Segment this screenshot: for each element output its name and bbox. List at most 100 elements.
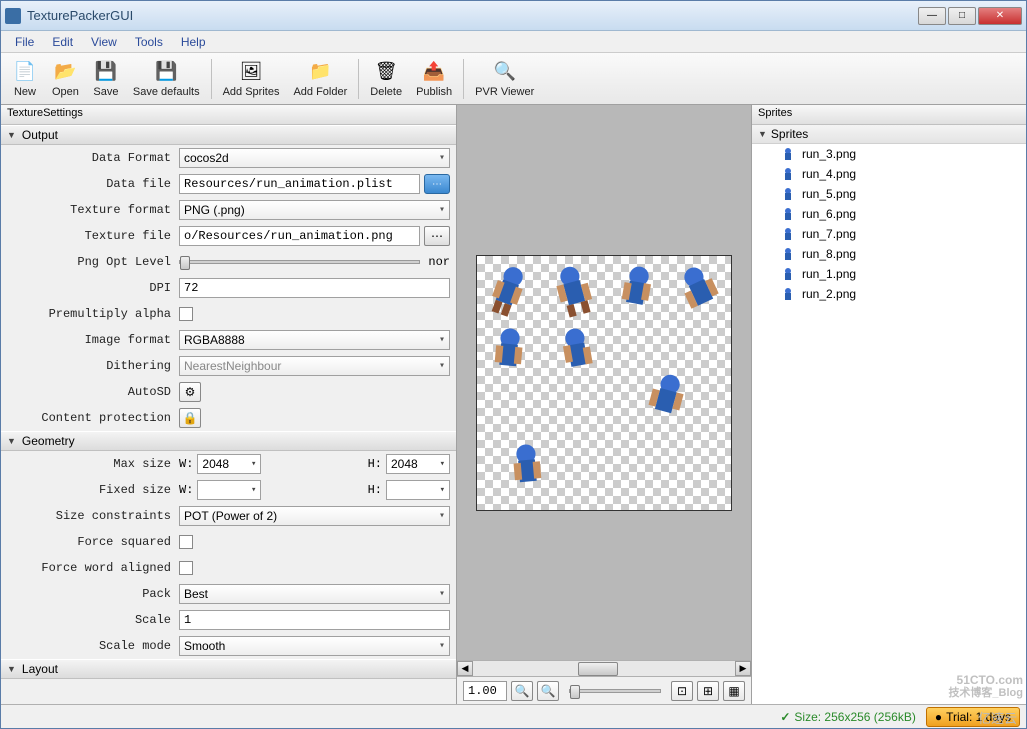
- data-file-input[interactable]: [179, 174, 420, 194]
- sprite-frame: [659, 248, 739, 328]
- dithering-select[interactable]: NearestNeighbour: [179, 356, 450, 376]
- sprite-frame: [476, 317, 541, 382]
- zoom-out-icon: 🔍: [515, 684, 530, 698]
- actual-size-icon: ⊞: [703, 684, 713, 698]
- sprite-list-item[interactable]: run_4.png: [752, 164, 1026, 184]
- scroll-thumb[interactable]: [578, 662, 618, 676]
- floppy-icon: 💾: [94, 60, 118, 84]
- autosd-button[interactable]: ⚙: [179, 382, 201, 402]
- sprite-frame: [630, 359, 703, 432]
- sprite-list-item[interactable]: run_2.png: [752, 284, 1026, 304]
- new-button[interactable]: 📄New: [5, 55, 45, 103]
- zoom-in-button[interactable]: 🔍: [537, 681, 559, 701]
- browse-texture-file-button[interactable]: ⋯: [424, 226, 450, 246]
- zoom-fit-button[interactable]: ⊡: [671, 681, 693, 701]
- force-word-checkbox[interactable]: [179, 561, 193, 575]
- pack-select[interactable]: Best: [179, 584, 450, 604]
- browse-data-file-button[interactable]: ⋯: [424, 174, 450, 194]
- folder-open-icon: 📂: [53, 60, 77, 84]
- menu-file[interactable]: File: [7, 33, 42, 51]
- sprite-filename: run_6.png: [802, 207, 856, 221]
- sprite-list-item[interactable]: run_6.png: [752, 204, 1026, 224]
- zoom-out-button[interactable]: 🔍: [511, 681, 533, 701]
- sprite-filename: run_8.png: [802, 247, 856, 261]
- zoom-controls: 🔍 🔍 ⊡ ⊞ ▦: [457, 676, 751, 704]
- preview-panel: ◀ ▶ 🔍 🔍 ⊡ ⊞ ▦: [457, 105, 752, 704]
- delete-button[interactable]: 🗑Delete: [363, 55, 409, 103]
- sprite-filename: run_4.png: [802, 167, 856, 181]
- minimize-button[interactable]: —: [918, 7, 946, 25]
- image-format-label: Image format: [7, 333, 175, 347]
- zoom-misc-button[interactable]: ▦: [723, 681, 745, 701]
- separator: [463, 59, 464, 99]
- texture-file-input[interactable]: [179, 226, 420, 246]
- size-constraints-select[interactable]: POT (Power of 2): [179, 506, 450, 526]
- gear-icon: ⚙: [185, 385, 196, 399]
- separator: [358, 59, 359, 99]
- fixed-height-input[interactable]: [386, 480, 450, 500]
- geometry-section-header[interactable]: ▼Geometry: [1, 431, 456, 451]
- premultiply-checkbox[interactable]: [179, 307, 193, 321]
- png-opt-slider[interactable]: [179, 260, 420, 264]
- scale-mode-select[interactable]: Smooth: [179, 636, 450, 656]
- add-folder-button[interactable]: 📁Add Folder: [286, 55, 354, 103]
- sprite-list-item[interactable]: run_1.png: [752, 264, 1026, 284]
- texture-format-select[interactable]: PNG (.png): [179, 200, 450, 220]
- open-button[interactable]: 📂Open: [45, 55, 86, 103]
- scroll-left-icon[interactable]: ◀: [457, 661, 473, 676]
- add-sprites-button[interactable]: 🖼Add Sprites: [216, 55, 287, 103]
- output-section-header[interactable]: ▼Output: [1, 125, 456, 145]
- max-height-input[interactable]: 2048: [386, 454, 450, 474]
- pvr-viewer-button[interactable]: 🔍PVR Viewer: [468, 55, 541, 103]
- zoom-slider[interactable]: [569, 689, 661, 693]
- sprite-list-item[interactable]: run_7.png: [752, 224, 1026, 244]
- content-protection-button[interactable]: 🔒: [179, 408, 201, 428]
- sprite-frame: [602, 253, 672, 323]
- save-button[interactable]: 💾Save: [86, 55, 126, 103]
- data-file-label: Data file: [7, 177, 175, 191]
- force-squared-checkbox[interactable]: [179, 535, 193, 549]
- menu-edit[interactable]: Edit: [44, 33, 81, 51]
- triangle-down-icon: ▼: [7, 664, 16, 674]
- sprite-filename: run_2.png: [802, 287, 856, 301]
- sprite-list-item[interactable]: run_8.png: [752, 244, 1026, 264]
- max-width-input[interactable]: 2048: [197, 454, 261, 474]
- sprite-filename: run_5.png: [802, 187, 856, 201]
- sprite-list-item[interactable]: run_3.png: [752, 144, 1026, 164]
- trial-badge[interactable]: Trial: 1 days: [926, 707, 1020, 727]
- dpi-input[interactable]: [179, 278, 450, 298]
- separator: [211, 59, 212, 99]
- content-protection-label: Content protection: [7, 411, 175, 425]
- force-word-label: Force word aligned: [7, 561, 175, 575]
- menu-help[interactable]: Help: [173, 33, 214, 51]
- zoom-in-icon: 🔍: [541, 684, 556, 698]
- menu-tools[interactable]: Tools: [127, 33, 171, 51]
- force-squared-label: Force squared: [7, 535, 175, 549]
- publish-button[interactable]: 📤Publish: [409, 55, 459, 103]
- canvas: [457, 105, 751, 660]
- data-format-select[interactable]: cocos2d: [179, 148, 450, 168]
- menu-view[interactable]: View: [83, 33, 125, 51]
- sprite-list-item[interactable]: run_5.png: [752, 184, 1026, 204]
- sprites-group[interactable]: ▼Sprites: [752, 125, 1026, 144]
- sprite-frame: [542, 315, 612, 385]
- save-defaults-button[interactable]: 💾Save defaults: [126, 55, 207, 103]
- sprite-frame: [536, 251, 609, 324]
- horizontal-scrollbar[interactable]: ◀ ▶: [457, 660, 751, 676]
- maximize-button[interactable]: □: [948, 7, 976, 25]
- layout-section-header[interactable]: ▼Layout: [1, 659, 456, 679]
- image-format-select[interactable]: RGBA8888: [179, 330, 450, 350]
- sprite-thumbnail-icon: [780, 166, 796, 182]
- fixed-width-input[interactable]: [197, 480, 261, 500]
- dithering-label: Dithering: [7, 359, 175, 373]
- sprite-thumbnail-icon: [780, 186, 796, 202]
- zoom-100-button[interactable]: ⊞: [697, 681, 719, 701]
- trash-icon: 🗑: [374, 60, 398, 84]
- close-button[interactable]: ✕: [978, 7, 1022, 25]
- scroll-right-icon[interactable]: ▶: [735, 661, 751, 676]
- triangle-down-icon: ▼: [758, 129, 767, 139]
- pack-label: Pack: [7, 587, 175, 601]
- scale-input[interactable]: [179, 610, 450, 630]
- zoom-value-input[interactable]: [463, 681, 507, 701]
- triangle-down-icon: ▼: [7, 130, 16, 140]
